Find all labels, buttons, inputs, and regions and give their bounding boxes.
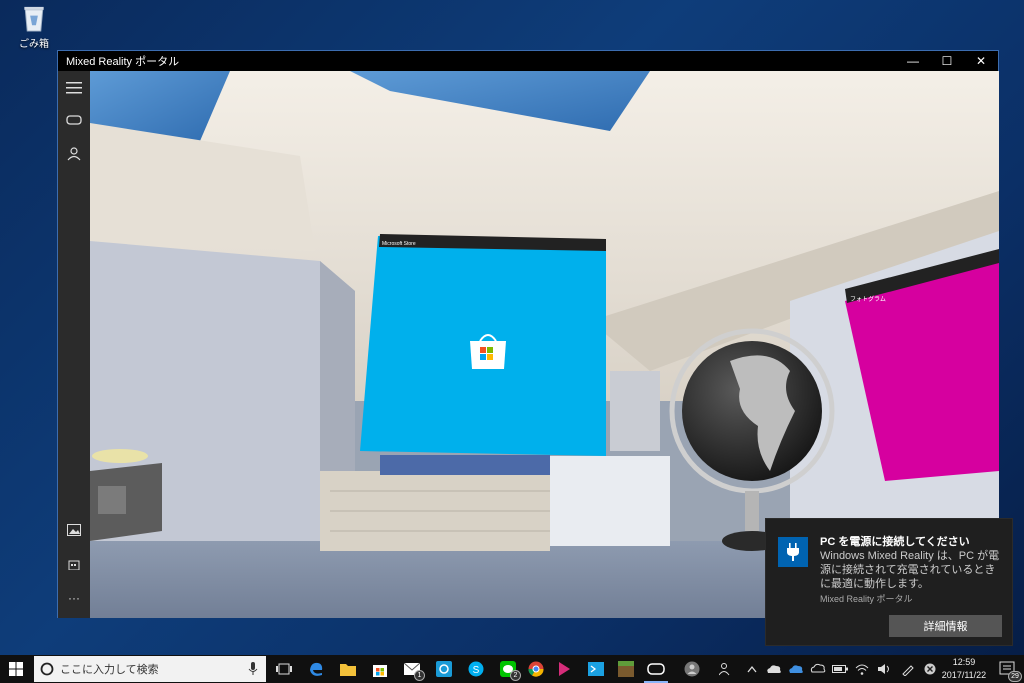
play-icon bbox=[559, 662, 570, 676]
taskbar-clock[interactable]: 12:59 2017/11/22 bbox=[938, 656, 990, 682]
more-info-button[interactable]: 詳細情報 bbox=[889, 615, 1002, 637]
edge-icon bbox=[310, 662, 323, 676]
folder-icon bbox=[340, 664, 356, 676]
maximize-button[interactable]: ☐ bbox=[930, 51, 964, 71]
skype-icon: S bbox=[468, 661, 484, 677]
battery-icon bbox=[832, 665, 848, 673]
recycle-bin-label: ごみ箱 bbox=[19, 39, 49, 50]
headset-nav-button[interactable] bbox=[58, 105, 90, 135]
close-button[interactable]: ✕ bbox=[964, 51, 998, 71]
microphone-icon[interactable] bbox=[248, 662, 258, 676]
store-panel-title: Microsoft Store bbox=[382, 241, 416, 247]
taskbar-file-explorer[interactable] bbox=[334, 655, 362, 683]
window-title: Mixed Reality ポータル bbox=[66, 56, 180, 68]
more-options-button[interactable]: ··· bbox=[58, 583, 90, 613]
tray-battery[interactable] bbox=[830, 655, 850, 683]
lamp-object bbox=[92, 449, 148, 463]
tray-cloud-sync[interactable] bbox=[808, 655, 828, 683]
taskbar-edge[interactable] bbox=[302, 655, 330, 683]
store-bag-icon bbox=[373, 665, 387, 677]
taskbar-powershell[interactable] bbox=[582, 655, 610, 683]
store-icon bbox=[68, 560, 80, 570]
chrome-icon bbox=[528, 661, 544, 677]
headset-icon bbox=[66, 115, 82, 125]
taskbar-mail[interactable]: 1 bbox=[398, 655, 426, 683]
toast-app-icon bbox=[778, 537, 808, 567]
mail-badge: 1 bbox=[414, 670, 425, 681]
hamburger-icon bbox=[66, 82, 82, 94]
action-center-button[interactable]: 29 bbox=[994, 655, 1022, 683]
tray-people[interactable] bbox=[716, 655, 736, 683]
power-plug-icon bbox=[787, 543, 799, 561]
task-view-button[interactable] bbox=[270, 655, 298, 683]
taskbar-mixed-reality-portal[interactable] bbox=[642, 655, 670, 683]
photos-panel-title: フォトグラム bbox=[850, 295, 886, 303]
user-avatar-icon bbox=[684, 661, 700, 677]
minecraft-icon bbox=[618, 661, 634, 677]
recycle-bin-shortcut[interactable]: ごみ箱 bbox=[14, 4, 54, 50]
store-nav-button[interactable] bbox=[58, 549, 90, 579]
tray-onedrive[interactable] bbox=[764, 655, 784, 683]
task-view-icon bbox=[276, 663, 292, 675]
tray-volume[interactable] bbox=[874, 655, 894, 683]
taskbar-store[interactable] bbox=[366, 655, 394, 683]
wifi-icon bbox=[855, 664, 869, 675]
pool-water bbox=[380, 455, 550, 475]
capture-nav-button[interactable] bbox=[58, 515, 90, 545]
people-icon bbox=[67, 147, 81, 161]
back-room-wall bbox=[550, 456, 670, 546]
blocked-icon bbox=[924, 663, 936, 675]
notification-count-badge: 29 bbox=[1008, 671, 1022, 682]
portal-sidebar: ··· bbox=[58, 71, 90, 618]
hamburger-menu-button[interactable] bbox=[58, 73, 90, 103]
taskbar-search-box[interactable]: ここに入力して検索 bbox=[34, 656, 266, 682]
image-icon bbox=[67, 524, 81, 536]
cortana-icon bbox=[40, 662, 54, 676]
windows-logo-icon bbox=[9, 662, 23, 676]
start-button[interactable] bbox=[0, 655, 32, 683]
tray-wifi[interactable] bbox=[852, 655, 872, 683]
people-nav-button[interactable] bbox=[58, 139, 90, 169]
tray-show-hidden[interactable] bbox=[742, 655, 762, 683]
pen-icon bbox=[902, 665, 914, 676]
headset-icon bbox=[647, 663, 665, 675]
search-placeholder: ここに入力して検索 bbox=[60, 664, 159, 676]
swirl-app-icon bbox=[436, 661, 452, 677]
clock-time: 12:59 bbox=[952, 657, 976, 667]
clock-date: 2017/11/22 bbox=[941, 670, 987, 680]
speaker-icon bbox=[878, 664, 889, 674]
tray-account[interactable] bbox=[682, 655, 702, 683]
tray-pen[interactable] bbox=[898, 655, 918, 683]
cloud-icon bbox=[789, 665, 803, 673]
toast-title: PC を電源に接続してください bbox=[820, 536, 970, 548]
back-pillar bbox=[610, 371, 660, 451]
taskbar-media-player[interactable] bbox=[550, 655, 578, 683]
terminal-icon bbox=[588, 662, 604, 676]
line-badge: 2 bbox=[510, 670, 521, 681]
taskbar: ここに入力して検索 1 S 2 12:59 2017/11/22 29 bbox=[0, 655, 1024, 683]
taskbar-app-swirl[interactable] bbox=[430, 655, 458, 683]
svg-text:S: S bbox=[473, 665, 480, 676]
taskbar-chrome[interactable] bbox=[522, 655, 550, 683]
tray-onedrive-business[interactable] bbox=[786, 655, 806, 683]
window-titlebar[interactable]: Mixed Reality ポータル — ☐ ✕ bbox=[58, 51, 998, 71]
taskbar-minecraft[interactable] bbox=[612, 655, 640, 683]
minimize-button[interactable]: — bbox=[896, 51, 930, 71]
taskbar-line[interactable]: 2 bbox=[494, 655, 522, 683]
toast-app-name: Mixed Reality ポータル bbox=[820, 594, 913, 604]
toast-body: Windows Mixed Reality は、PC が電源に接続されて充電され… bbox=[820, 550, 1000, 590]
onedrive-icon bbox=[767, 665, 781, 673]
recycle-bin-icon bbox=[24, 6, 44, 32]
people-icon bbox=[719, 663, 730, 676]
tray-no-connection[interactable] bbox=[920, 655, 940, 683]
chevron-up-icon bbox=[747, 665, 757, 673]
cloud-sync-icon bbox=[810, 663, 826, 673]
taskbar-skype[interactable]: S bbox=[462, 655, 490, 683]
notification-toast[interactable]: PC を電源に接続してください Windows Mixed Reality は、… bbox=[765, 518, 1013, 646]
